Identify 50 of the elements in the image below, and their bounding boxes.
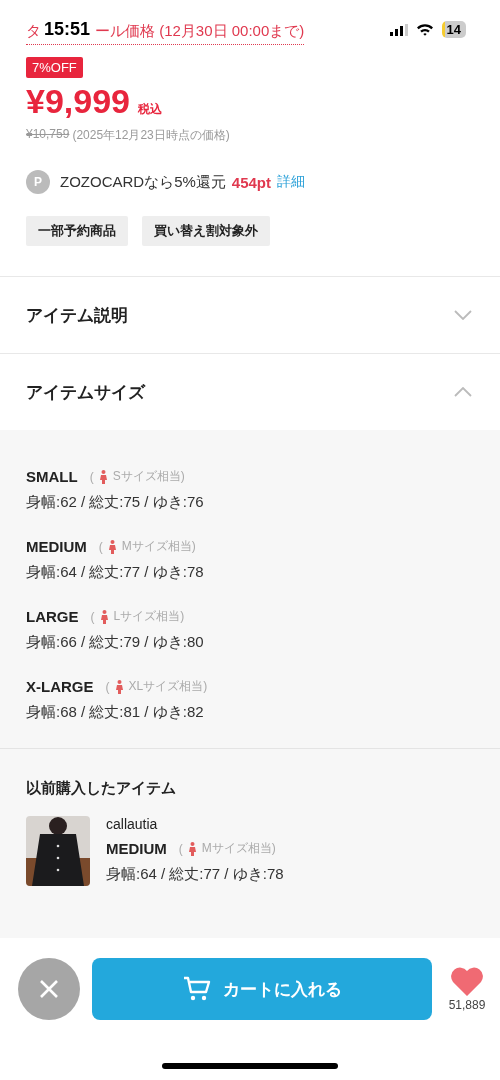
person-icon — [99, 469, 107, 484]
size-measurements: 身幅:66 / 総丈:79 / ゆき:80 — [26, 633, 205, 652]
points-icon: P — [26, 170, 50, 194]
price-note: (2025年12月23日時点の価格) — [72, 127, 230, 144]
signal-icon — [389, 23, 408, 36]
status-time: 15:51 — [44, 19, 91, 40]
discount-badge: 7%OFF — [26, 57, 83, 78]
points-amount: 454pt — [231, 173, 272, 191]
size-equivalent: Lサイズ相当) — [113, 608, 185, 625]
person-icon — [108, 539, 116, 554]
size-name: SMALL — [26, 468, 78, 485]
size-name: MEDIUM — [26, 538, 87, 555]
size-equivalent: Mサイズ相当) — [201, 840, 276, 857]
size-measurements: 身幅:62 / 総丈:75 / ゆき:76 — [26, 493, 205, 512]
size-name: MEDIUM — [106, 840, 167, 857]
tag: 買い替え割対象外 — [142, 216, 270, 246]
paren: ( — [178, 841, 183, 856]
paren: ( — [89, 469, 94, 484]
accordion-header[interactable]: アイテム説明 — [0, 276, 500, 353]
size-equivalent: Sサイズ相当) — [112, 468, 185, 485]
battery-level: 14 — [441, 21, 466, 38]
heart-icon[interactable] — [450, 966, 484, 996]
size-measurements: 身幅:68 / 総丈:81 / ゆき:82 — [26, 703, 205, 722]
person-icon — [188, 841, 196, 856]
sale-deadline: ール価格 (12月30日 00:00まで) — [95, 22, 305, 41]
chevron-icon — [454, 310, 472, 320]
brand-name: callautia — [106, 816, 159, 832]
cart-icon — [182, 976, 211, 1002]
size-measurements: 身幅:64 / 総丈:77 / ゆき:78 — [106, 865, 284, 884]
tax-label: 税込 — [138, 101, 162, 118]
size-equivalent: Mサイズ相当) — [121, 538, 196, 555]
paren: ( — [105, 679, 110, 694]
close-icon — [39, 979, 59, 999]
person-icon — [100, 609, 108, 624]
wifi-icon — [415, 23, 434, 36]
points-text: ZOZOCARDなら5%還元 — [60, 172, 226, 192]
size-measurements: 身幅:64 / 総丈:77 / ゆき:78 — [26, 563, 205, 582]
original-price: ¥10,759 — [26, 127, 70, 143]
chevron-icon — [454, 387, 472, 397]
paren: ( — [98, 539, 103, 554]
sale-deadline: タ — [26, 22, 41, 41]
paren: ( — [90, 609, 95, 624]
tag: 一部予約商品 — [26, 216, 128, 246]
size-equivalent: XLサイズ相当) — [128, 678, 208, 695]
person-icon — [115, 679, 123, 694]
size-name: LARGE — [26, 608, 79, 625]
favorite-count: 51,889 — [448, 998, 486, 1012]
price: ¥9,999 — [26, 82, 130, 121]
size-name: X-LARGE — [26, 678, 94, 695]
section-title: 以前購入したアイテム — [26, 779, 177, 798]
